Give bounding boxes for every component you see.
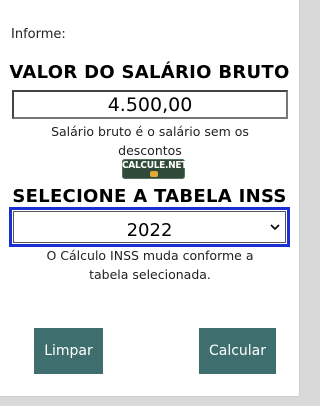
select-value[interactable]: 2022 <box>14 220 285 241</box>
chevron-down-icon[interactable] <box>269 221 281 233</box>
logo-text: CALCULE.NET <box>122 160 188 171</box>
salary-title: VALOR DO SALÁRIO BRUTO <box>9 62 290 83</box>
salary-hint: Salário bruto é o salário sem os descont… <box>51 124 249 158</box>
form-prompt: Informe: <box>11 27 66 42</box>
calculate-button[interactable]: Calcular <box>199 328 276 374</box>
inss-table-select[interactable]: 2022 <box>9 207 290 247</box>
select-inner[interactable]: 2022 <box>13 211 286 243</box>
calcule-net-logo: CALCULE.NET <box>122 159 188 179</box>
clear-button[interactable]: Limpar <box>34 328 103 374</box>
logo-mark <box>150 171 158 177</box>
salary-input[interactable] <box>12 90 288 119</box>
table-hint: O Cálculo INSS muda conforme a tabela se… <box>46 248 254 282</box>
table-title: SELECIONE A TABELA INSS <box>12 186 287 207</box>
calculator-card: Informe: VALOR DO SALÁRIO BRUTO Salário … <box>0 0 300 397</box>
